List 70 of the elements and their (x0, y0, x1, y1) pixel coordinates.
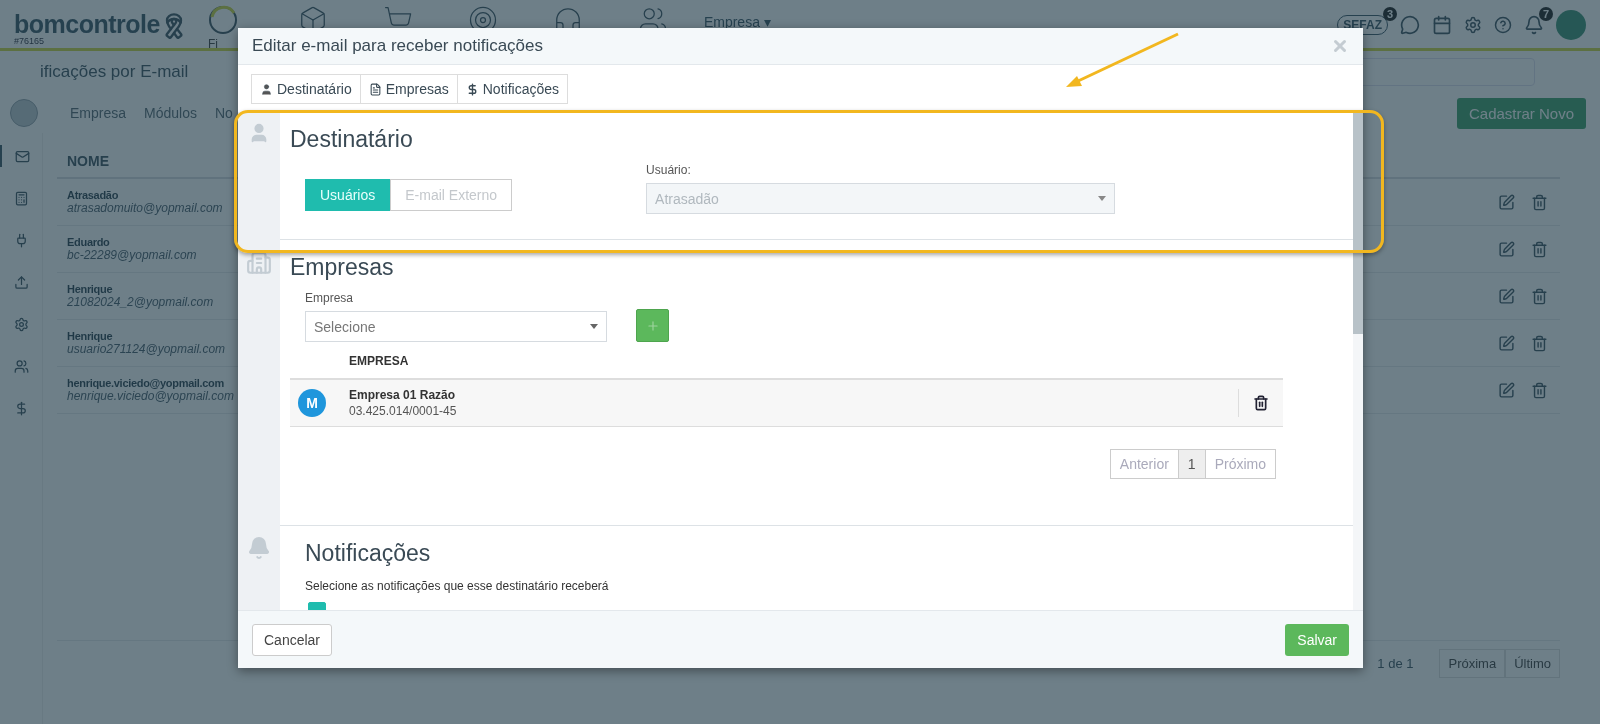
logo[interactable]: bomcontrole (14, 12, 160, 36)
section-tab[interactable]: Notificações (456, 74, 568, 104)
edit-icon[interactable] (1498, 193, 1515, 211)
section-title: Empresas (290, 254, 395, 281)
cancel-button[interactable]: Cancelar (252, 623, 333, 656)
calculator-icon[interactable] (13, 190, 29, 206)
recipient-name: Eduardo (67, 236, 110, 248)
recipient-email: usuario271124@yopmail.com (67, 342, 226, 356)
filter-menu[interactable]: Módulos (144, 105, 197, 121)
page-button[interactable]: Próxima (1439, 649, 1506, 678)
edit-icon[interactable] (1498, 287, 1515, 305)
company-cnpj: 03.425.014/0001-45 (349, 404, 458, 418)
caret-icon (1098, 196, 1107, 201)
filter-menu[interactable]: No (214, 105, 233, 121)
bell-icon (247, 536, 271, 560)
close-icon[interactable] (1331, 37, 1349, 55)
page-info: 1 de 1 (1377, 656, 1414, 671)
settings-icon[interactable] (13, 316, 29, 332)
page-button[interactable]: Último (1505, 649, 1560, 678)
settings-icon[interactable] (1464, 16, 1482, 34)
count-badge: 7 (1538, 7, 1553, 21)
dialog-title: Editar e-mail para receber notificações (252, 36, 545, 56)
section-tab[interactable]: Empresas (359, 74, 458, 104)
add-button[interactable] (636, 309, 669, 342)
document-icon (368, 82, 382, 96)
recipient-email: atrasadomuito@yopmail.com (67, 201, 223, 215)
recipient-email: bc-22289@yopmail.com (67, 248, 197, 262)
company-initial: M (298, 389, 326, 417)
recipient-name: Henrique (67, 330, 113, 342)
plus-icon (645, 318, 660, 333)
recipient-email: 21082024_2@yopmail.com (67, 295, 214, 309)
field-label: Usuário: (646, 163, 692, 177)
user-icon (260, 82, 273, 96)
chat-icon[interactable] (1400, 15, 1420, 35)
building-icon (246, 250, 272, 276)
recipient-name: henrique.viciedo@yopmail.com (67, 377, 224, 389)
recipient-email: henrique.viciedo@yopmail.com (67, 389, 234, 403)
avatar[interactable] (1556, 10, 1586, 40)
upload-icon[interactable] (13, 274, 29, 290)
filter-menu[interactable]: Empresa (70, 105, 127, 121)
edit-icon[interactable] (1498, 381, 1515, 399)
field-label: Empresa (305, 291, 355, 305)
help-icon[interactable] (1494, 16, 1512, 34)
caret-icon (590, 324, 598, 329)
bell-icon[interactable] (1524, 15, 1544, 35)
nav-menu[interactable]: Empresa ▾ (703, 14, 771, 30)
scrollbar[interactable] (1353, 112, 1363, 610)
page-button[interactable]: Anterior (1109, 449, 1179, 479)
company-avatar (10, 99, 38, 127)
count-badge: 3 (1382, 7, 1397, 21)
edit-icon[interactable] (1498, 334, 1515, 352)
coin-icon[interactable] (207, 5, 238, 35)
delete-icon[interactable] (1253, 395, 1269, 411)
calendar-icon[interactable] (1432, 15, 1452, 35)
nav-label[interactable]: Fi (207, 37, 218, 51)
section-title: Notificações (305, 540, 432, 567)
new-button[interactable]: Cadastrar Novo (1456, 97, 1586, 129)
mail-icon[interactable] (15, 148, 30, 164)
edit-icon[interactable] (1498, 240, 1515, 258)
page-button[interactable]: 1 (1177, 449, 1206, 479)
page-button[interactable]: Próximo (1204, 449, 1276, 479)
save-button[interactable]: Salvar (1285, 623, 1349, 656)
page-title: ificações por E-mail (40, 62, 189, 82)
company-select[interactable]: Selecione (305, 311, 607, 342)
account-number: #76165 (14, 36, 46, 46)
company-name: Empresa 01 Razão (349, 388, 457, 402)
recipient-name: Atrasadão (67, 189, 119, 201)
section-tab[interactable]: Destinatário (251, 74, 361, 104)
recipient-name: Henrique (67, 283, 113, 295)
section-description: Selecione as notificações que esse destinatário receberá (305, 579, 610, 593)
